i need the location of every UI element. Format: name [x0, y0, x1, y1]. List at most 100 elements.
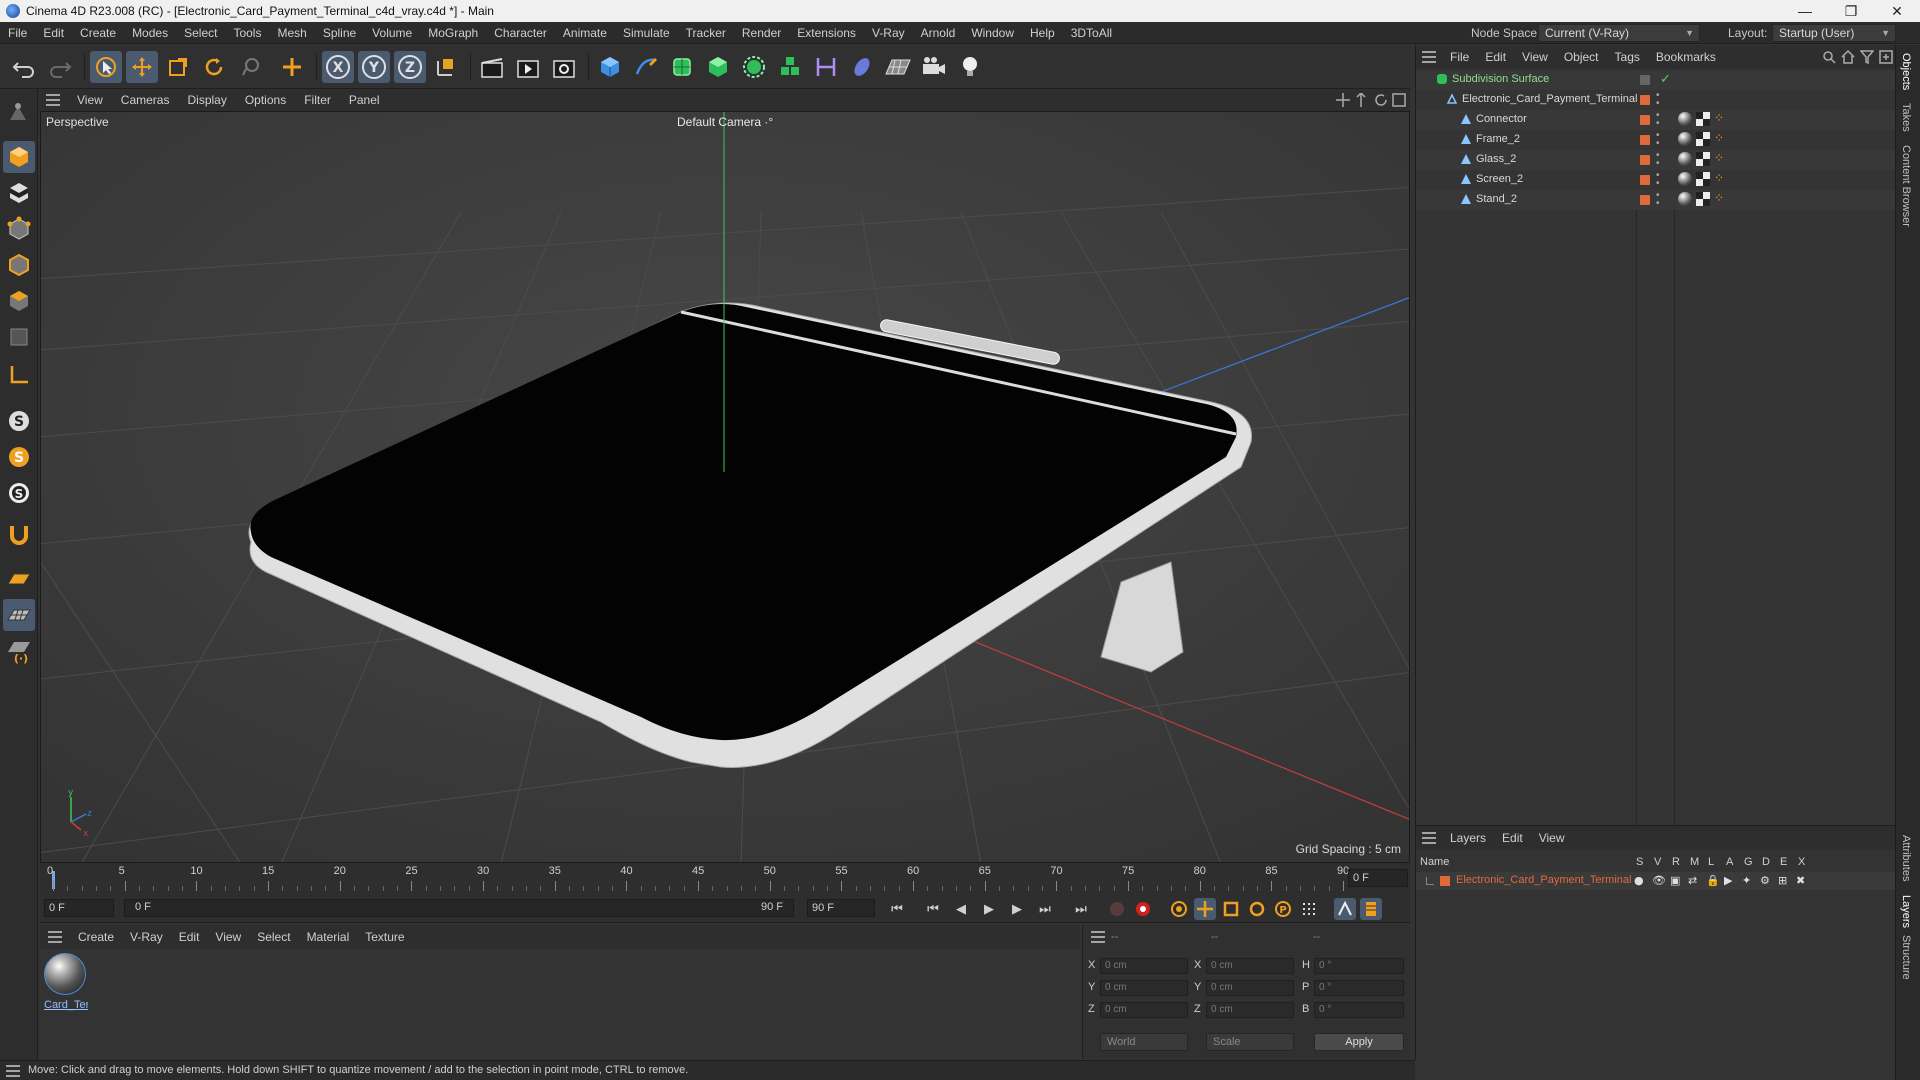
object-row[interactable]: Frame_2 • • ⁘: [1416, 130, 1896, 150]
layer-name[interactable]: Electronic_Card_Payment_Terminal: [1456, 874, 1631, 886]
object-menu-bookmarks[interactable]: Bookmarks: [1648, 45, 1724, 69]
material-preview-sphere[interactable]: [44, 953, 86, 995]
tab-attributes[interactable]: Attributes: [1900, 835, 1912, 881]
current-frame-field[interactable]: 0 F: [1348, 869, 1408, 887]
vray-material-tag-icon[interactable]: [1678, 192, 1692, 206]
key-position-button[interactable]: [1194, 898, 1216, 920]
layer-menu-view[interactable]: View: [1531, 826, 1573, 850]
checker-texture-tag-icon[interactable]: [1696, 112, 1710, 126]
menu-tools[interactable]: Tools: [225, 22, 269, 44]
menu-character[interactable]: Character: [486, 22, 555, 44]
menu-window[interactable]: Window: [963, 22, 1022, 44]
layer-color-tag[interactable]: [1640, 135, 1650, 145]
coordinate-system-button[interactable]: [430, 51, 462, 83]
layer-menu-edit[interactable]: Edit: [1494, 826, 1531, 850]
make-editable-button[interactable]: [3, 97, 35, 129]
key-parameter-button[interactable]: P: [1272, 898, 1294, 920]
manager-icon[interactable]: ⇄: [1688, 874, 1697, 887]
check-icon[interactable]: ✓: [1660, 71, 1671, 87]
light-button[interactable]: [954, 51, 986, 83]
visibility-dots-icon[interactable]: • •: [1656, 91, 1660, 109]
material-name[interactable]: Card_Ter: [44, 999, 88, 1011]
tab-layers[interactable]: Layers: [1900, 895, 1912, 928]
pos-z-field[interactable]: 0 cm: [1100, 1002, 1188, 1018]
menu-spline[interactable]: Spline: [315, 22, 364, 44]
viewport-maximize-icon[interactable]: [1392, 93, 1406, 110]
snap-settings-button[interactable]: S: [3, 441, 35, 473]
layer-color-tag[interactable]: [1640, 95, 1650, 105]
visibility-dots-icon[interactable]: • •: [1656, 111, 1660, 129]
xref-icon[interactable]: ✖: [1796, 874, 1805, 887]
object-menu-object[interactable]: Object: [1556, 45, 1607, 69]
menu-extensions[interactable]: Extensions: [789, 22, 864, 44]
menu-v-ray[interactable]: V-Ray: [864, 22, 913, 44]
next-frame-button[interactable]: ▶: [1006, 898, 1028, 920]
animation-icon[interactable]: ▶: [1724, 874, 1732, 887]
menu-render[interactable]: Render: [734, 22, 789, 44]
generator-icon[interactable]: ✦: [1742, 874, 1751, 887]
viewport-rotate-icon[interactable]: [1374, 93, 1388, 110]
texture-mode-button[interactable]: [3, 177, 35, 209]
rot-p-field[interactable]: 0 °: [1314, 980, 1404, 996]
viewport-menu-view[interactable]: View: [68, 89, 112, 111]
workplane-button[interactable]: [3, 563, 35, 595]
checker-texture-tag-icon[interactable]: [1696, 152, 1710, 166]
checker-texture-tag-icon[interactable]: [1696, 132, 1710, 146]
checkbox-icon[interactable]: [1640, 75, 1650, 85]
prev-frame-button[interactable]: ◀: [950, 898, 972, 920]
material-menu-material[interactable]: Material: [299, 925, 358, 949]
menu-volume[interactable]: Volume: [364, 22, 420, 44]
viewport-menu-cameras[interactable]: Cameras: [112, 89, 179, 111]
object-row[interactable]: Electronic_Card_Payment_Terminal • •: [1416, 90, 1896, 110]
keyframe-selection-button[interactable]: [1168, 898, 1190, 920]
tab-objects[interactable]: Objects: [1900, 53, 1912, 90]
hamburger-icon[interactable]: [46, 94, 60, 109]
lock-icon[interactable]: 🔒: [1706, 874, 1720, 887]
goto-start-button[interactable]: ⏮: [886, 898, 908, 920]
hamburger-icon[interactable]: [48, 931, 62, 946]
key-pla-button[interactable]: [1298, 898, 1320, 920]
prev-key-button[interactable]: ⏮: [922, 898, 944, 920]
expression-icon[interactable]: ⊞: [1778, 874, 1787, 887]
axis-mode-button[interactable]: [3, 359, 35, 391]
extrude-button[interactable]: [702, 51, 734, 83]
live-selection-button[interactable]: [276, 51, 308, 83]
hamburger-icon[interactable]: [1422, 832, 1436, 847]
layout-dropdown[interactable]: Startup (User) ▼: [1772, 24, 1896, 42]
render-view-button[interactable]: [476, 51, 508, 83]
checker-texture-tag-icon[interactable]: [1696, 172, 1710, 186]
grid-button[interactable]: [3, 599, 35, 631]
object-row[interactable]: Subdivision Surface ✓: [1416, 70, 1896, 90]
next-key-button[interactable]: ⏭: [1034, 898, 1056, 920]
3d-viewport[interactable]: y z x Perspective Default Camera ·° Grid…: [40, 111, 1410, 863]
layer-color-swatch[interactable]: [1440, 876, 1450, 886]
vray-material-tag-icon[interactable]: [1678, 152, 1692, 166]
camera-button[interactable]: [918, 51, 950, 83]
viewport-menu-filter[interactable]: Filter: [295, 89, 340, 111]
z-axis-lock-button[interactable]: Z: [394, 51, 426, 83]
layer-color-tag[interactable]: [1640, 195, 1650, 205]
menu-select[interactable]: Select: [176, 22, 225, 44]
y-axis-lock-button[interactable]: Y: [358, 51, 390, 83]
mograph-button[interactable]: [774, 51, 806, 83]
key-scale-button[interactable]: [1220, 898, 1242, 920]
vray-material-tag-icon[interactable]: [1678, 132, 1692, 146]
menu-tracker[interactable]: Tracker: [678, 22, 734, 44]
material-menu-edit[interactable]: Edit: [171, 925, 208, 949]
checker-texture-tag-icon[interactable]: [1696, 192, 1710, 206]
search-icon[interactable]: [1822, 50, 1836, 67]
model-mode-button[interactable]: [3, 141, 35, 173]
size-x-field[interactable]: 0 cm: [1206, 958, 1294, 974]
viewport-menu-options[interactable]: Options: [236, 89, 295, 111]
pos-x-field[interactable]: 0 cm: [1100, 958, 1188, 974]
menu-3dtoall[interactable]: 3DToAll: [1063, 22, 1120, 44]
menu-mesh[interactable]: Mesh: [269, 22, 314, 44]
object-name[interactable]: Stand_2: [1476, 193, 1517, 205]
viewport-dolly-icon[interactable]: [1354, 91, 1368, 110]
motion-system-button[interactable]: [1334, 898, 1356, 920]
vray-material-tag-icon[interactable]: [1678, 112, 1692, 126]
viewport-pan-icon[interactable]: [1336, 93, 1350, 110]
menu-create[interactable]: Create: [72, 22, 124, 44]
object-row[interactable]: Stand_2 • • ⁘: [1416, 190, 1896, 210]
object-name[interactable]: Connector: [1476, 113, 1527, 125]
